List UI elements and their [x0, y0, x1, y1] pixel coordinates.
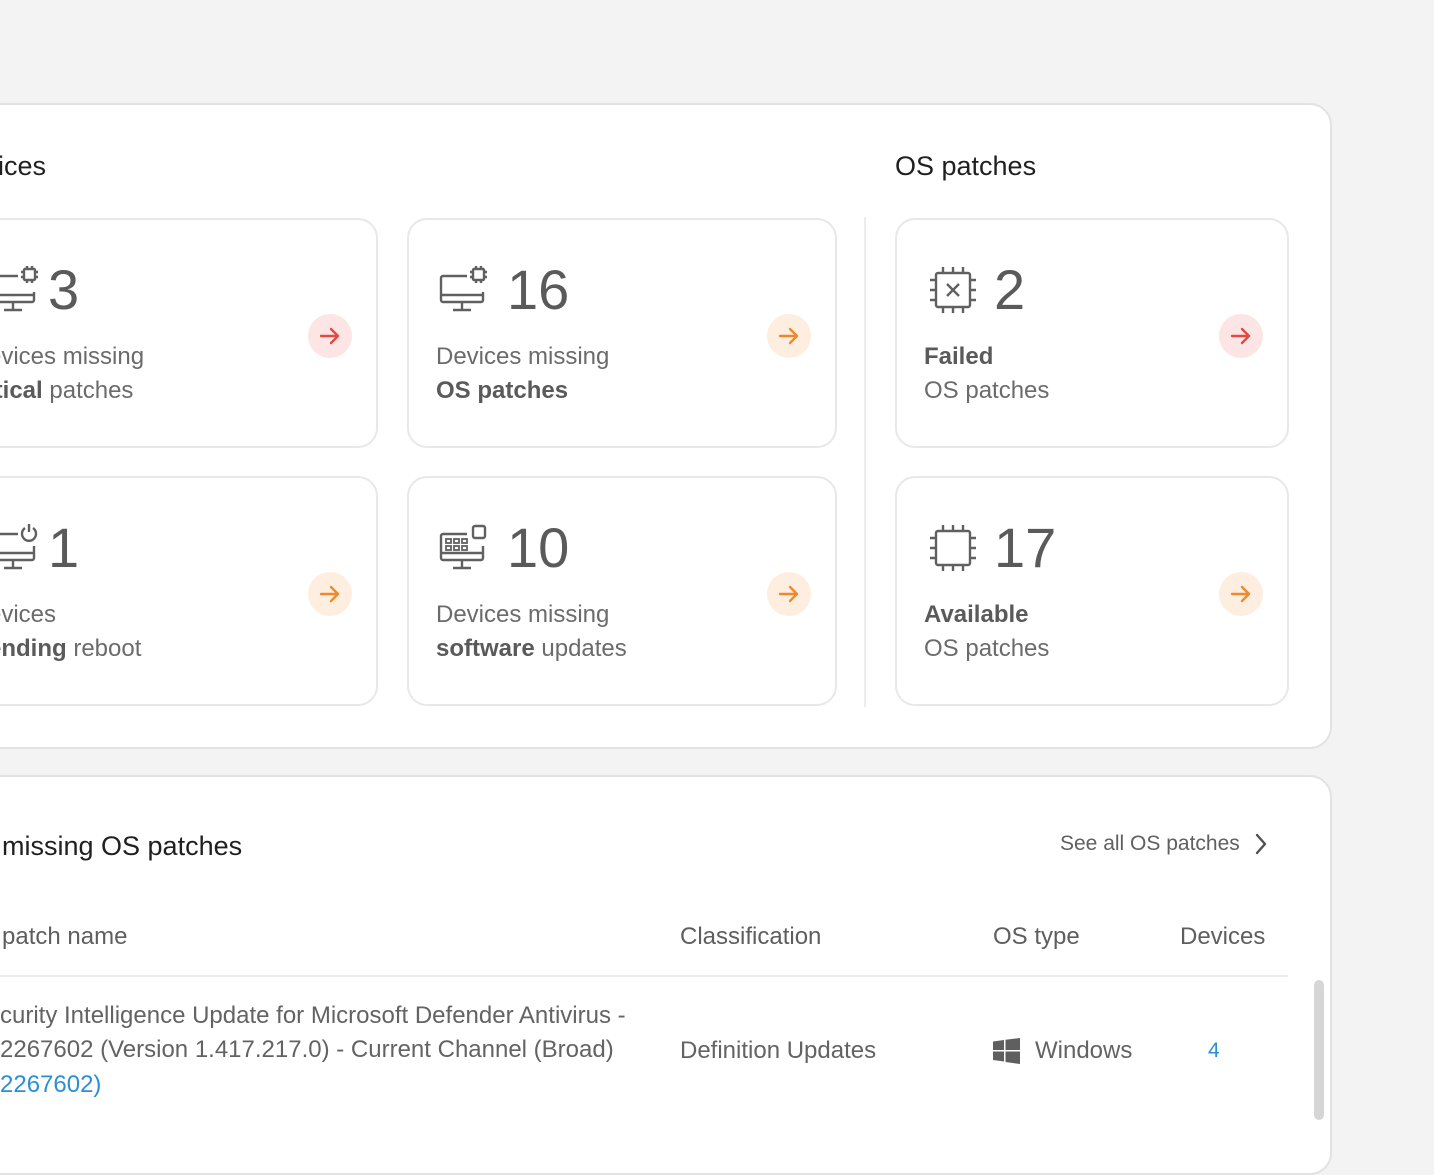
arrow-right-icon[interactable] [1219, 572, 1263, 616]
card-desc-bold: ending [0, 635, 67, 662]
card-count: 3 [48, 258, 80, 321]
card-devices-missing-os-patches[interactable]: 16 Devices missing OS patches [407, 218, 837, 448]
devices-section-title: ices [0, 151, 47, 181]
card-devices-missing-critical-patches[interactable]: 3 evices missing itical patches [0, 218, 378, 448]
table-section-title: missing OS patches [2, 831, 243, 861]
monitor-apps-icon [439, 524, 487, 570]
card-desc-line1: Failed [924, 340, 1049, 374]
monitor-chip-icon [439, 266, 487, 312]
column-header-classification[interactable]: Classification [680, 922, 821, 952]
card-desc-line2: ending reboot [0, 632, 141, 666]
patch-devices-count-link[interactable]: 4 [1208, 1034, 1220, 1068]
card-failed-os-patches[interactable]: 2 Failed OS patches [895, 218, 1289, 448]
card-description: Available OS patches [924, 598, 1049, 666]
card-desc-line1: Devices missing [436, 601, 610, 628]
chip-icon [930, 525, 976, 571]
patch-classification: Definition Updates [680, 1037, 877, 1064]
monitor-power-icon [0, 524, 38, 570]
card-desc-line1: evices missing [0, 343, 145, 370]
card-desc-line2: itical patches [0, 374, 144, 408]
windows-logo-icon [993, 1038, 1020, 1064]
see-all-label: See all OS patches [1060, 832, 1240, 855]
card-desc-rest: patches [42, 377, 134, 404]
card-desc-bold: Failed [924, 343, 994, 370]
card-desc-rest: reboot [66, 635, 142, 662]
card-desc-bold: software [436, 635, 535, 662]
card-desc-bold: OS patches [436, 377, 569, 404]
card-description: Failed OS patches [924, 340, 1049, 408]
card-desc-line1: Available [924, 598, 1049, 632]
arrow-right-icon[interactable] [767, 314, 811, 358]
card-description: evices missing itical patches [0, 340, 144, 408]
card-desc-line2: OS patches [924, 635, 1050, 662]
card-devices-pending-reboot[interactable]: 1 evices ending reboot [0, 476, 378, 706]
table-scrollbar[interactable] [1314, 980, 1324, 1120]
card-desc-line2: OS patches [924, 377, 1050, 404]
monitor-chip-icon [0, 266, 38, 312]
card-desc-line1: evices [0, 601, 57, 628]
card-count: 10 [507, 516, 570, 579]
column-header-devices[interactable]: Devices [1180, 922, 1265, 952]
column-header-os-type[interactable]: OS type [993, 922, 1080, 952]
card-count: 1 [48, 516, 80, 579]
card-devices-missing-software-updates[interactable]: 10 Devices missing software updates [407, 476, 837, 706]
column-header-patch-name[interactable]: patch name [2, 922, 127, 952]
patch-kb-link[interactable]: 2267602) [0, 1068, 101, 1102]
patch-name-line1: curity Intelligence Update for Microsoft… [0, 1002, 626, 1029]
card-available-os-patches[interactable]: 17 Available OS patches [895, 476, 1289, 706]
arrow-right-icon[interactable] [308, 314, 352, 358]
section-divider [864, 217, 866, 707]
card-desc-bold: Available [924, 601, 1029, 628]
card-desc-line1: Devices missing [436, 343, 610, 370]
arrow-right-icon[interactable] [308, 572, 352, 616]
card-desc-rest: updates [534, 635, 627, 662]
chevron-right-icon [1255, 833, 1266, 855]
card-count: 17 [994, 516, 1057, 579]
see-all-os-patches-link[interactable]: See all OS patches [1060, 832, 1268, 856]
arrow-right-icon[interactable] [767, 572, 811, 616]
card-count: 2 [994, 258, 1026, 321]
arrow-right-icon[interactable] [1219, 314, 1263, 358]
card-desc-line2: software updates [436, 632, 627, 666]
card-description: Devices missing software updates [436, 598, 627, 666]
card-description: Devices missing OS patches [436, 340, 609, 408]
card-desc-line2: OS patches [436, 374, 609, 408]
card-description: evices ending reboot [0, 598, 141, 666]
table-header-divider [0, 975, 1288, 977]
patch-os-type: Windows [1035, 1037, 1133, 1064]
card-desc-bold: itical [0, 377, 43, 404]
card-count: 16 [507, 258, 570, 321]
patch-name-line2: 2267602 (Version 1.417.217.0) - Current … [0, 1036, 614, 1063]
chip-x-icon [930, 267, 976, 313]
os-patches-section-title: OS patches [895, 151, 1037, 181]
